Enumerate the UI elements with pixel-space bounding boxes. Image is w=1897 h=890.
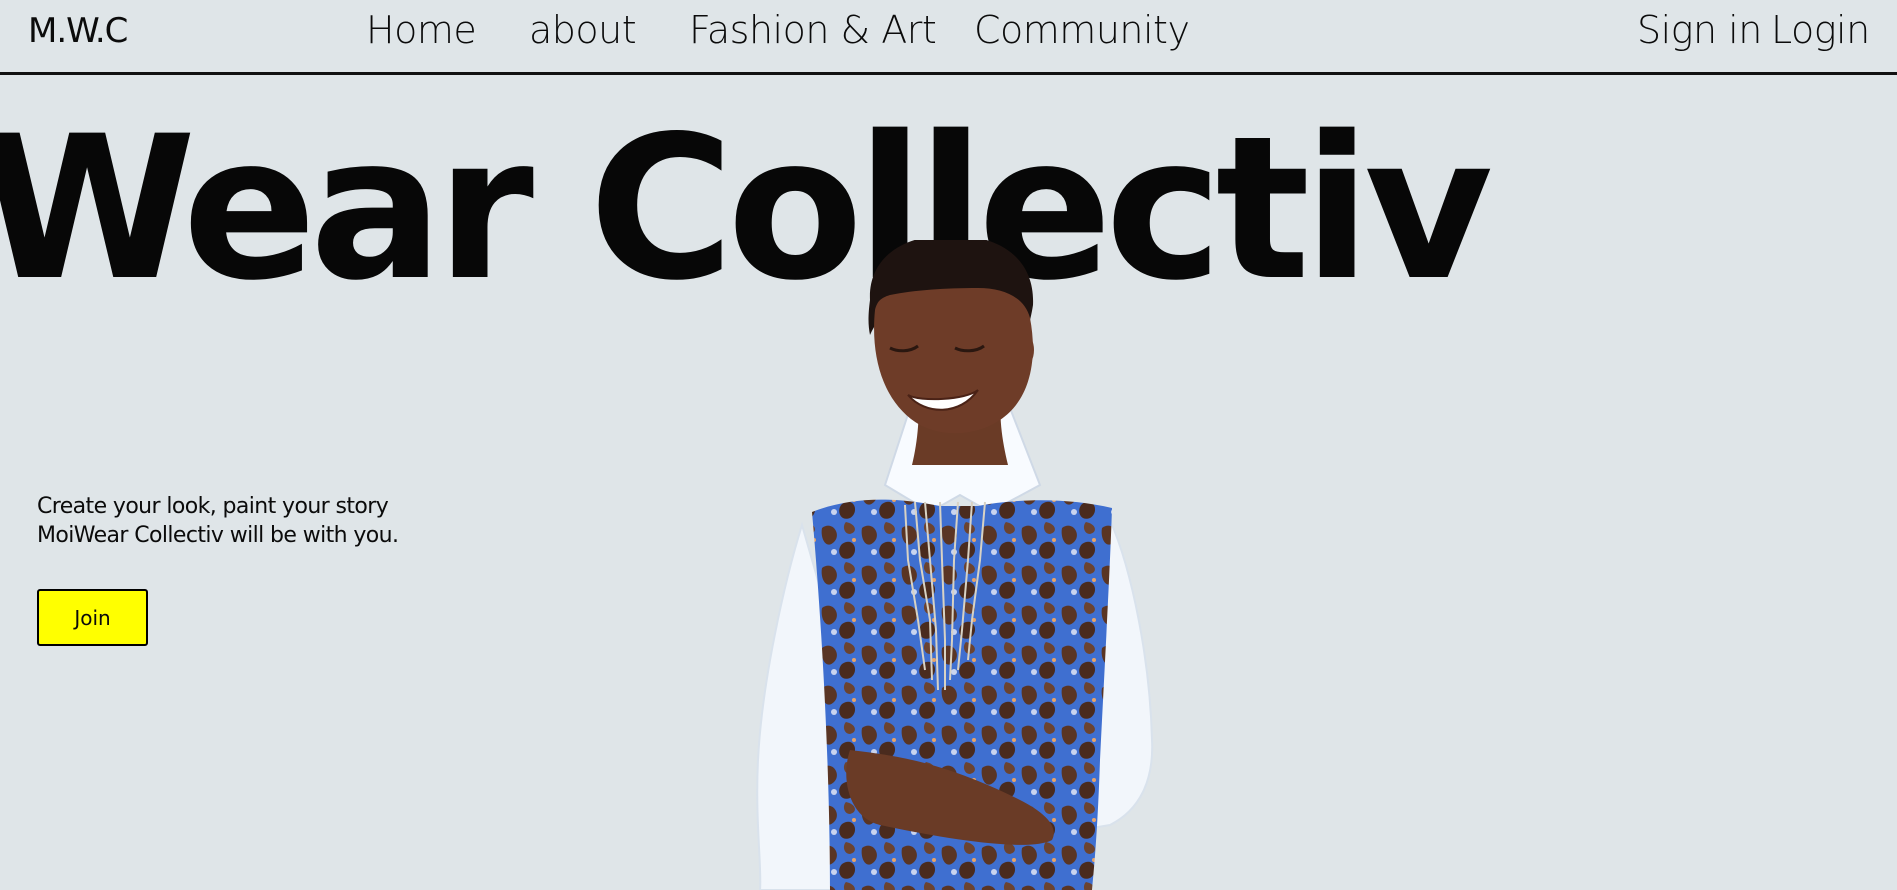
site-logo[interactable]: M.W.C [28,11,128,51]
hero-tagline: Create your look, paint your story MoiWe… [37,492,399,550]
nav-fashion-art-link[interactable]: Fashion & Art [689,8,937,52]
join-button[interactable]: Join [37,589,148,646]
sign-in-link[interactable]: Sign in [1637,8,1762,52]
nav-home-link[interactable]: Home [366,8,477,52]
nav-community-link[interactable]: Community [974,8,1190,52]
tagline-line-2: MoiWear Collectiv will be with you. [37,523,399,548]
tagline-line-1: Create your look, paint your story [37,494,389,519]
hero-model-image [756,240,1154,890]
nav-about-link[interactable]: about [529,8,637,52]
top-navigation: M.W.C Home about Fashion & Art Community… [0,0,1897,75]
login-link[interactable]: Login [1771,8,1870,52]
